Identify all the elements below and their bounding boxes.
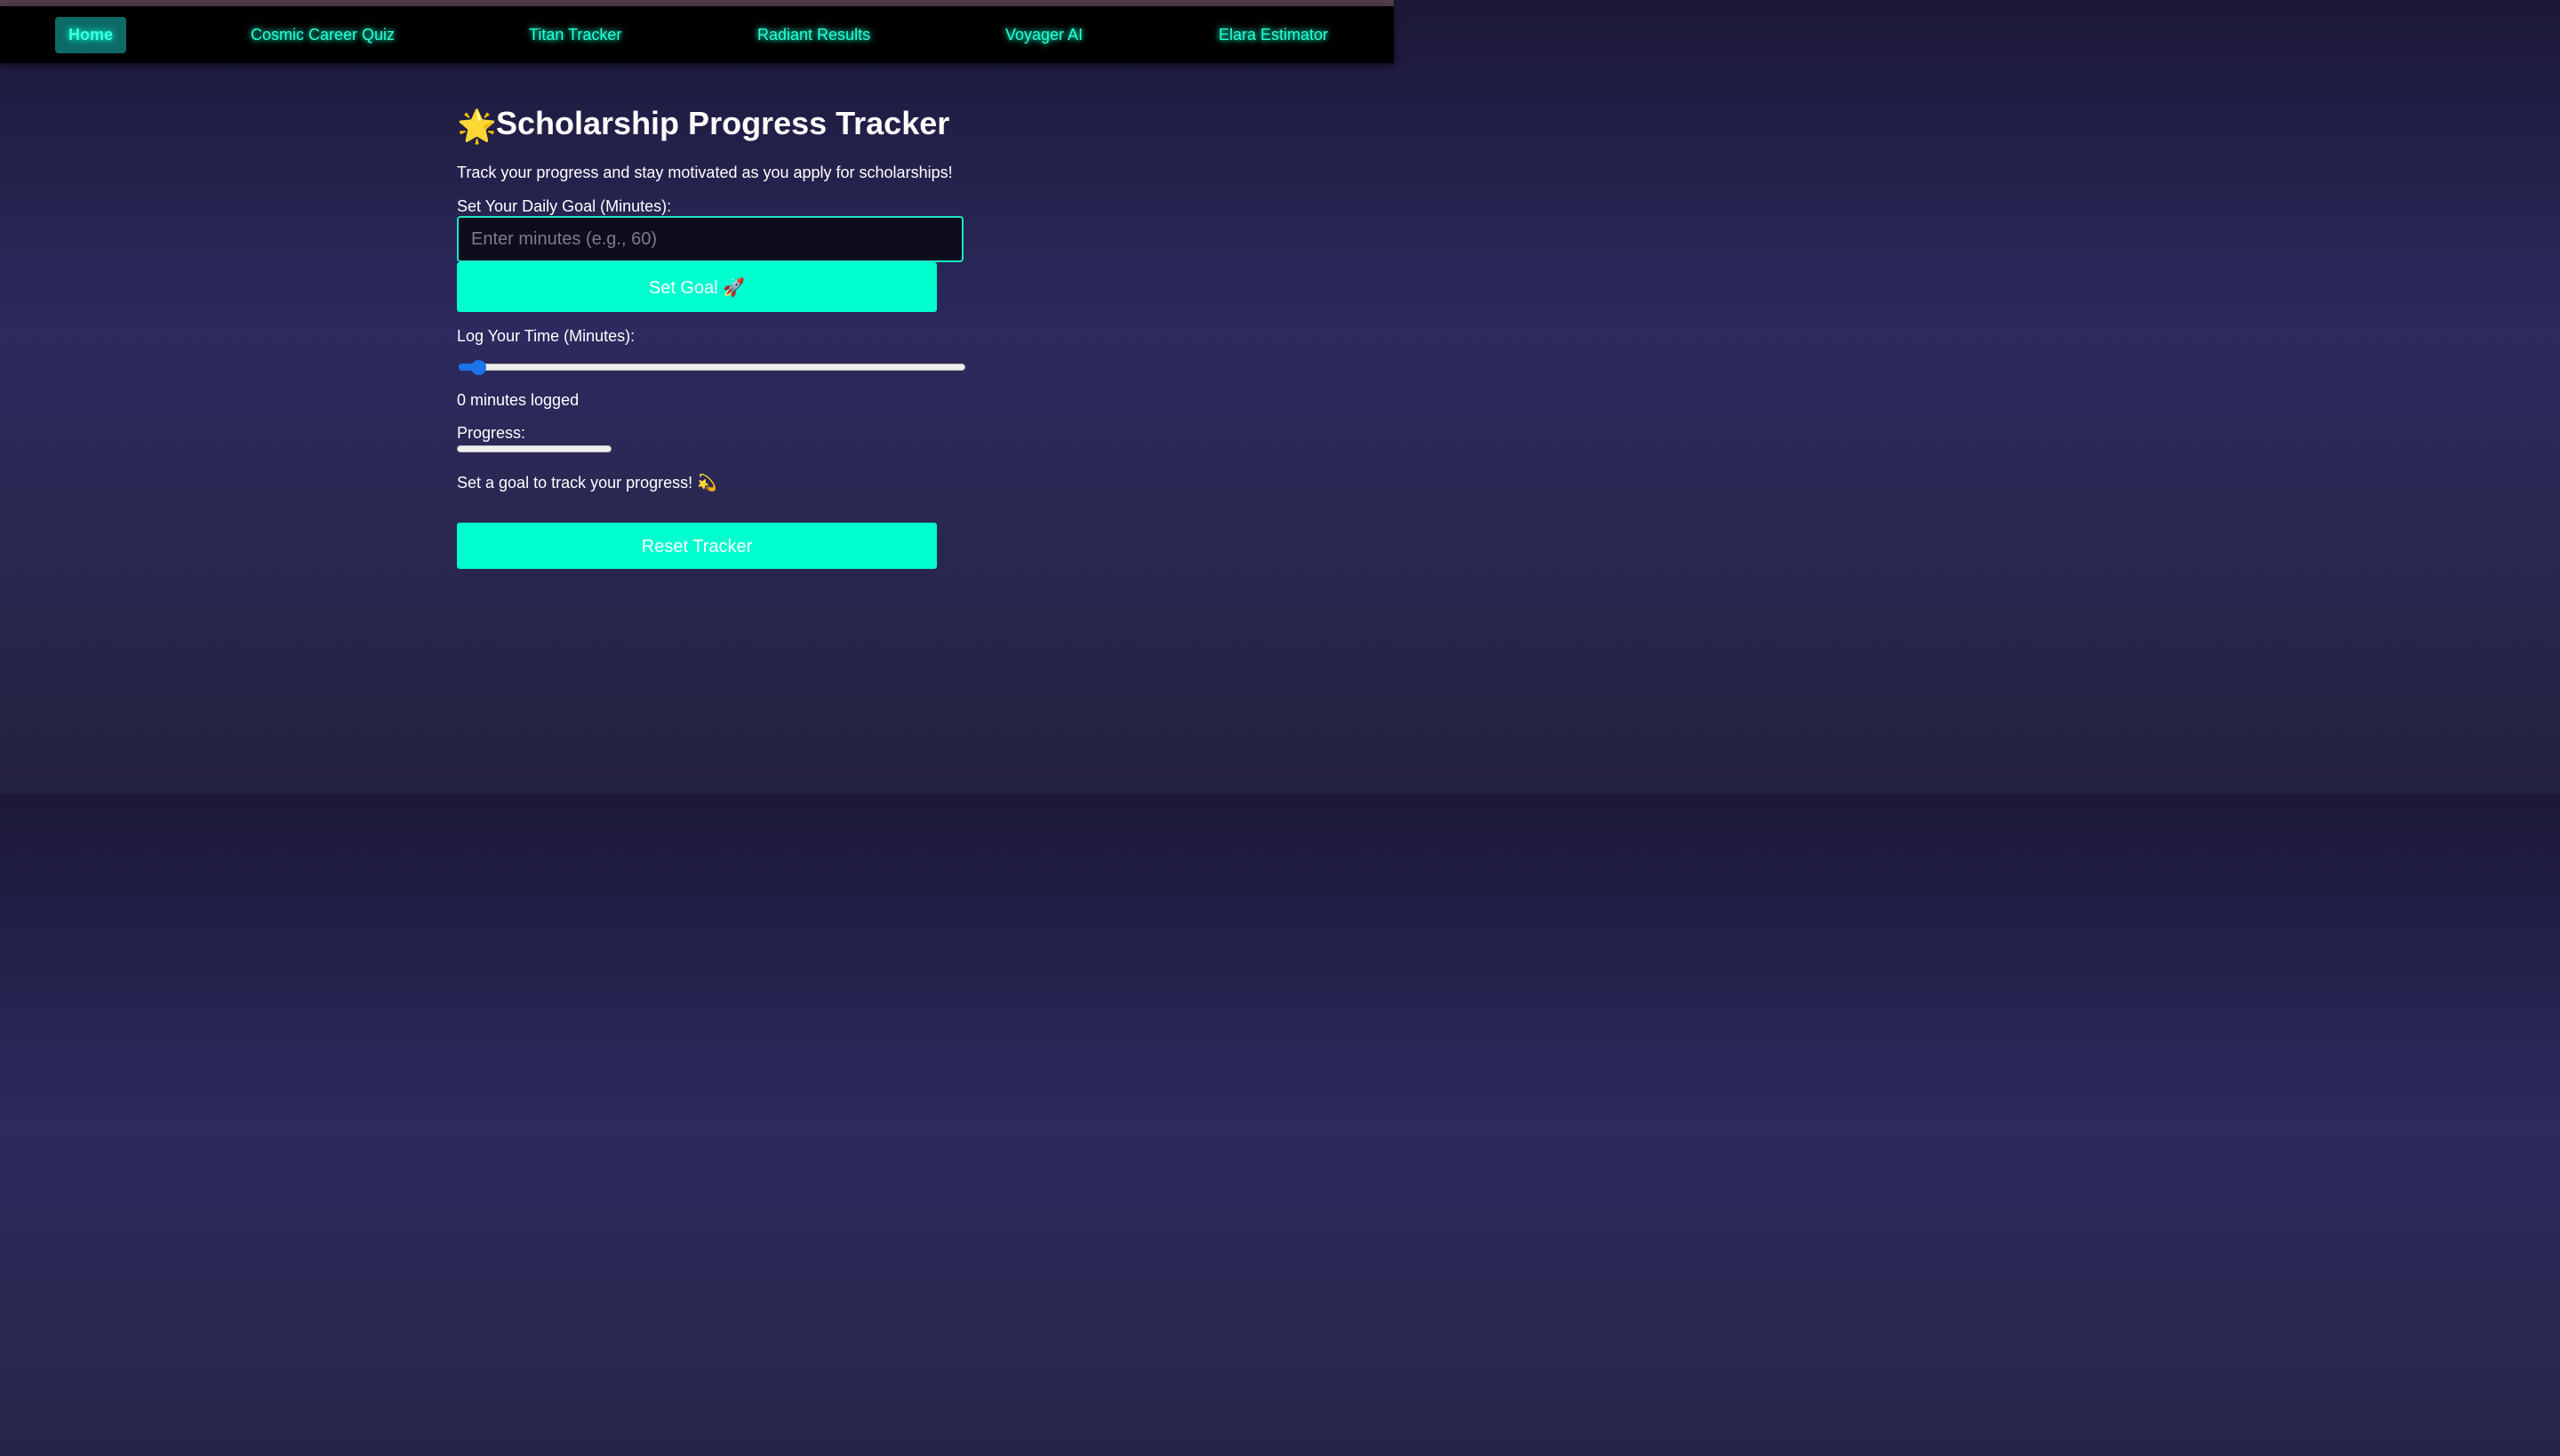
log-time-slider[interactable] [459, 359, 965, 377]
nav-item-elara-estimator[interactable]: Elara Estimator [1219, 17, 1328, 53]
nav-item-voyager-ai[interactable]: Voyager AI [1005, 17, 1083, 53]
slider-track [459, 364, 965, 371]
nav-item-cosmic-career-quiz[interactable]: Cosmic Career Quiz [251, 17, 395, 53]
nav-item-home[interactable]: Home [55, 17, 126, 53]
reset-tracker-button[interactable]: Reset Tracker [457, 523, 937, 569]
minutes-logged-text: 0 minutes logged [457, 391, 580, 409]
log-time-label: Log Your Time (Minutes): [457, 327, 636, 345]
progress-bar [457, 445, 612, 452]
star-icon: 🌟 [457, 108, 497, 144]
page-title-text: Scholarship Progress Tracker [496, 105, 950, 141]
page-description: Track your progress and stay motivated a… [457, 164, 953, 181]
daily-goal-input[interactable] [457, 216, 964, 262]
page-title: 🌟Scholarship Progress Tracker [457, 98, 965, 149]
tracker-container: 🌟Scholarship Progress Tracker Track your… [457, 98, 965, 569]
daily-goal-label: Set Your Daily Goal (Minutes): [457, 197, 672, 215]
navbar: Home Cosmic Career Quiz Titan Tracker Ra… [0, 6, 1394, 63]
nav-item-radiant-results[interactable]: Radiant Results [757, 17, 870, 53]
progress-status-text: Set a goal to track your progress! 💫 [457, 474, 717, 492]
top-accent-line [0, 0, 1394, 6]
progress-label: Progress: [457, 424, 526, 442]
slider-thumb[interactable] [471, 360, 486, 375]
nav-item-titan-tracker[interactable]: Titan Tracker [529, 17, 621, 53]
set-goal-button[interactable]: Set Goal 🚀 [457, 262, 937, 312]
